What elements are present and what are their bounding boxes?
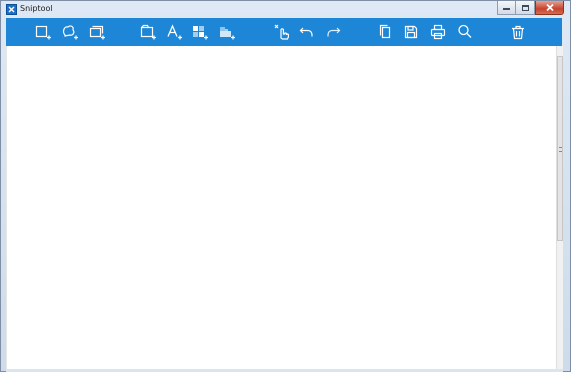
rect-snip-icon xyxy=(35,25,51,40)
copy-icon xyxy=(379,24,391,39)
add-frame-button[interactable] xyxy=(138,22,158,42)
app-window: Sniptool xyxy=(0,0,571,372)
app-icon xyxy=(6,4,17,15)
minimize-button[interactable] xyxy=(497,1,516,15)
blur-add-icon xyxy=(220,27,235,40)
delete-button[interactable] xyxy=(508,22,528,42)
undo-icon xyxy=(299,27,313,37)
print-button[interactable] xyxy=(428,22,448,42)
copy-button[interactable] xyxy=(375,22,395,42)
add-blur-button[interactable] xyxy=(217,22,237,42)
search-icon xyxy=(458,24,472,38)
redo-button[interactable] xyxy=(323,22,343,42)
window-title: Sniptool xyxy=(20,4,53,13)
mosaic-add-icon xyxy=(193,26,208,40)
title-bar[interactable]: Sniptool xyxy=(1,1,570,18)
print-icon xyxy=(430,24,446,40)
window-controls xyxy=(497,1,564,15)
save-icon xyxy=(404,25,418,39)
toolbar xyxy=(6,18,562,46)
rectangle-capture-button[interactable] xyxy=(33,22,53,42)
text-add-icon xyxy=(167,24,182,40)
add-text-button[interactable] xyxy=(164,22,184,42)
scroll-thumb[interactable] xyxy=(557,56,563,241)
maximize-button[interactable] xyxy=(516,1,535,15)
save-button[interactable] xyxy=(401,22,421,42)
minimize-icon xyxy=(503,7,510,10)
close-button[interactable] xyxy=(535,1,564,15)
freeform-snip-icon xyxy=(62,25,78,40)
scroll-up-button[interactable] xyxy=(557,48,563,60)
window-snip-icon xyxy=(89,25,105,40)
clear-marks-button[interactable] xyxy=(272,22,292,42)
add-mosaic-button[interactable] xyxy=(190,22,210,42)
zoom-button[interactable] xyxy=(455,22,475,42)
redo-icon xyxy=(327,27,341,37)
close-icon xyxy=(545,3,554,12)
capture-canvas[interactable] xyxy=(6,46,562,369)
frame-add-icon xyxy=(140,24,156,40)
maximize-icon xyxy=(521,4,529,11)
grip-icon xyxy=(559,147,562,152)
freeform-capture-button[interactable] xyxy=(60,22,80,42)
clear-pointer-icon xyxy=(274,24,289,40)
trash-icon xyxy=(512,25,524,40)
undo-button[interactable] xyxy=(297,22,317,42)
window-capture-button[interactable] xyxy=(87,22,107,42)
vertical-scrollbar[interactable] xyxy=(556,46,563,369)
